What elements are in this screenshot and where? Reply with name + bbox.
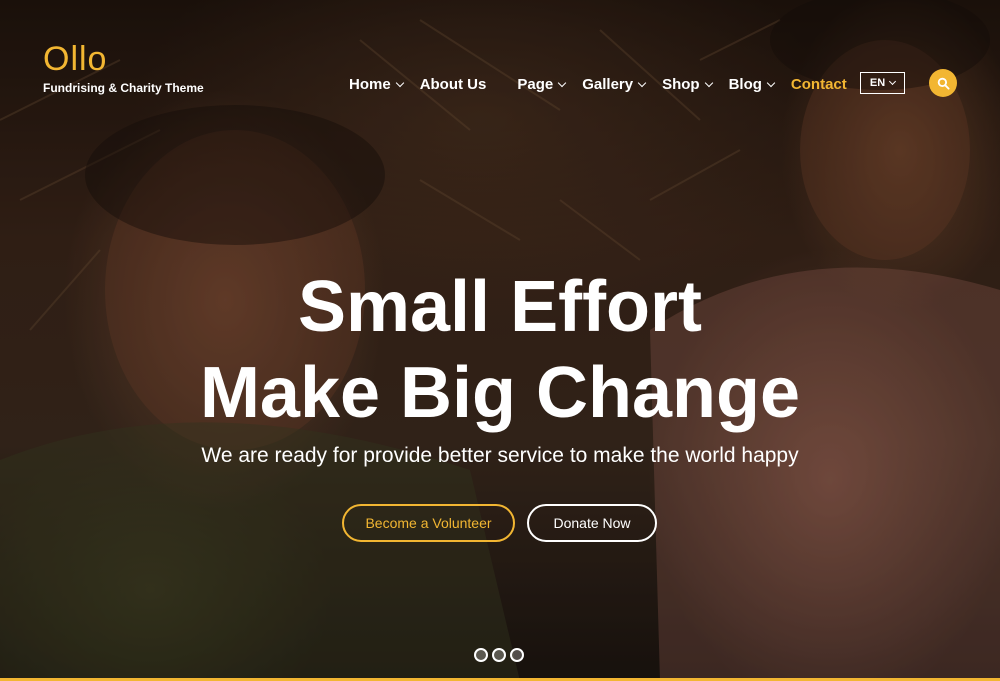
nav-item-label: Shop — [662, 75, 700, 93]
nav-item-blog[interactable]: Blog — [728, 74, 776, 94]
main-navigation: Home About Us Page Gallery Shop Blog Con… — [349, 74, 864, 94]
slider-dot-1[interactable] — [474, 648, 488, 662]
slider-pagination — [474, 648, 528, 662]
nav-item-contact[interactable]: Contact — [791, 74, 847, 94]
nav-item-gallery[interactable]: Gallery — [582, 74, 647, 94]
language-selector[interactable]: EN — [860, 72, 905, 94]
hero-headline: Small Effort Make Big Change — [0, 264, 1000, 436]
nav-item-label: Page — [517, 75, 554, 93]
headline-line-1: Small Effort — [297, 267, 703, 347]
chevron-down-icon — [889, 77, 897, 86]
nav-item-shop[interactable]: Shop — [662, 74, 713, 94]
nav-item-label: Contact — [790, 75, 847, 93]
nav-item-label: Blog — [728, 75, 762, 93]
headline-line-2: Make Big Change — [199, 353, 801, 433]
nav-item-about-us[interactable]: About Us — [420, 74, 487, 94]
nav-item-home[interactable]: Home — [349, 74, 404, 94]
site-logo[interactable]: Ollo Fundrising & Charity Theme — [43, 40, 204, 95]
slider-dot-3[interactable] — [510, 648, 524, 662]
search-button[interactable] — [929, 69, 957, 97]
logo-tagline: Fundrising & Charity Theme — [43, 81, 204, 95]
nav-item-label: Gallery — [582, 75, 634, 93]
donate-now-button[interactable]: Donate Now — [527, 504, 657, 542]
become-volunteer-button[interactable]: Become a Volunteer — [342, 504, 515, 542]
nav-item-label: About Us — [419, 75, 487, 93]
hero-subtitle: We are ready for provide better service … — [201, 444, 799, 467]
search-icon — [937, 77, 950, 90]
chevron-down-icon — [557, 78, 567, 87]
nav-item-page[interactable]: Page — [517, 74, 567, 94]
chevron-down-icon — [766, 78, 776, 87]
slider-dot-2[interactable] — [492, 648, 506, 662]
nav-item-label: Home — [349, 75, 391, 93]
chevron-down-icon — [704, 78, 713, 87]
chevron-down-icon — [395, 78, 404, 87]
language-label: EN — [869, 77, 886, 89]
chevron-down-icon — [637, 78, 647, 87]
logo-name: Ollo — [43, 40, 108, 78]
